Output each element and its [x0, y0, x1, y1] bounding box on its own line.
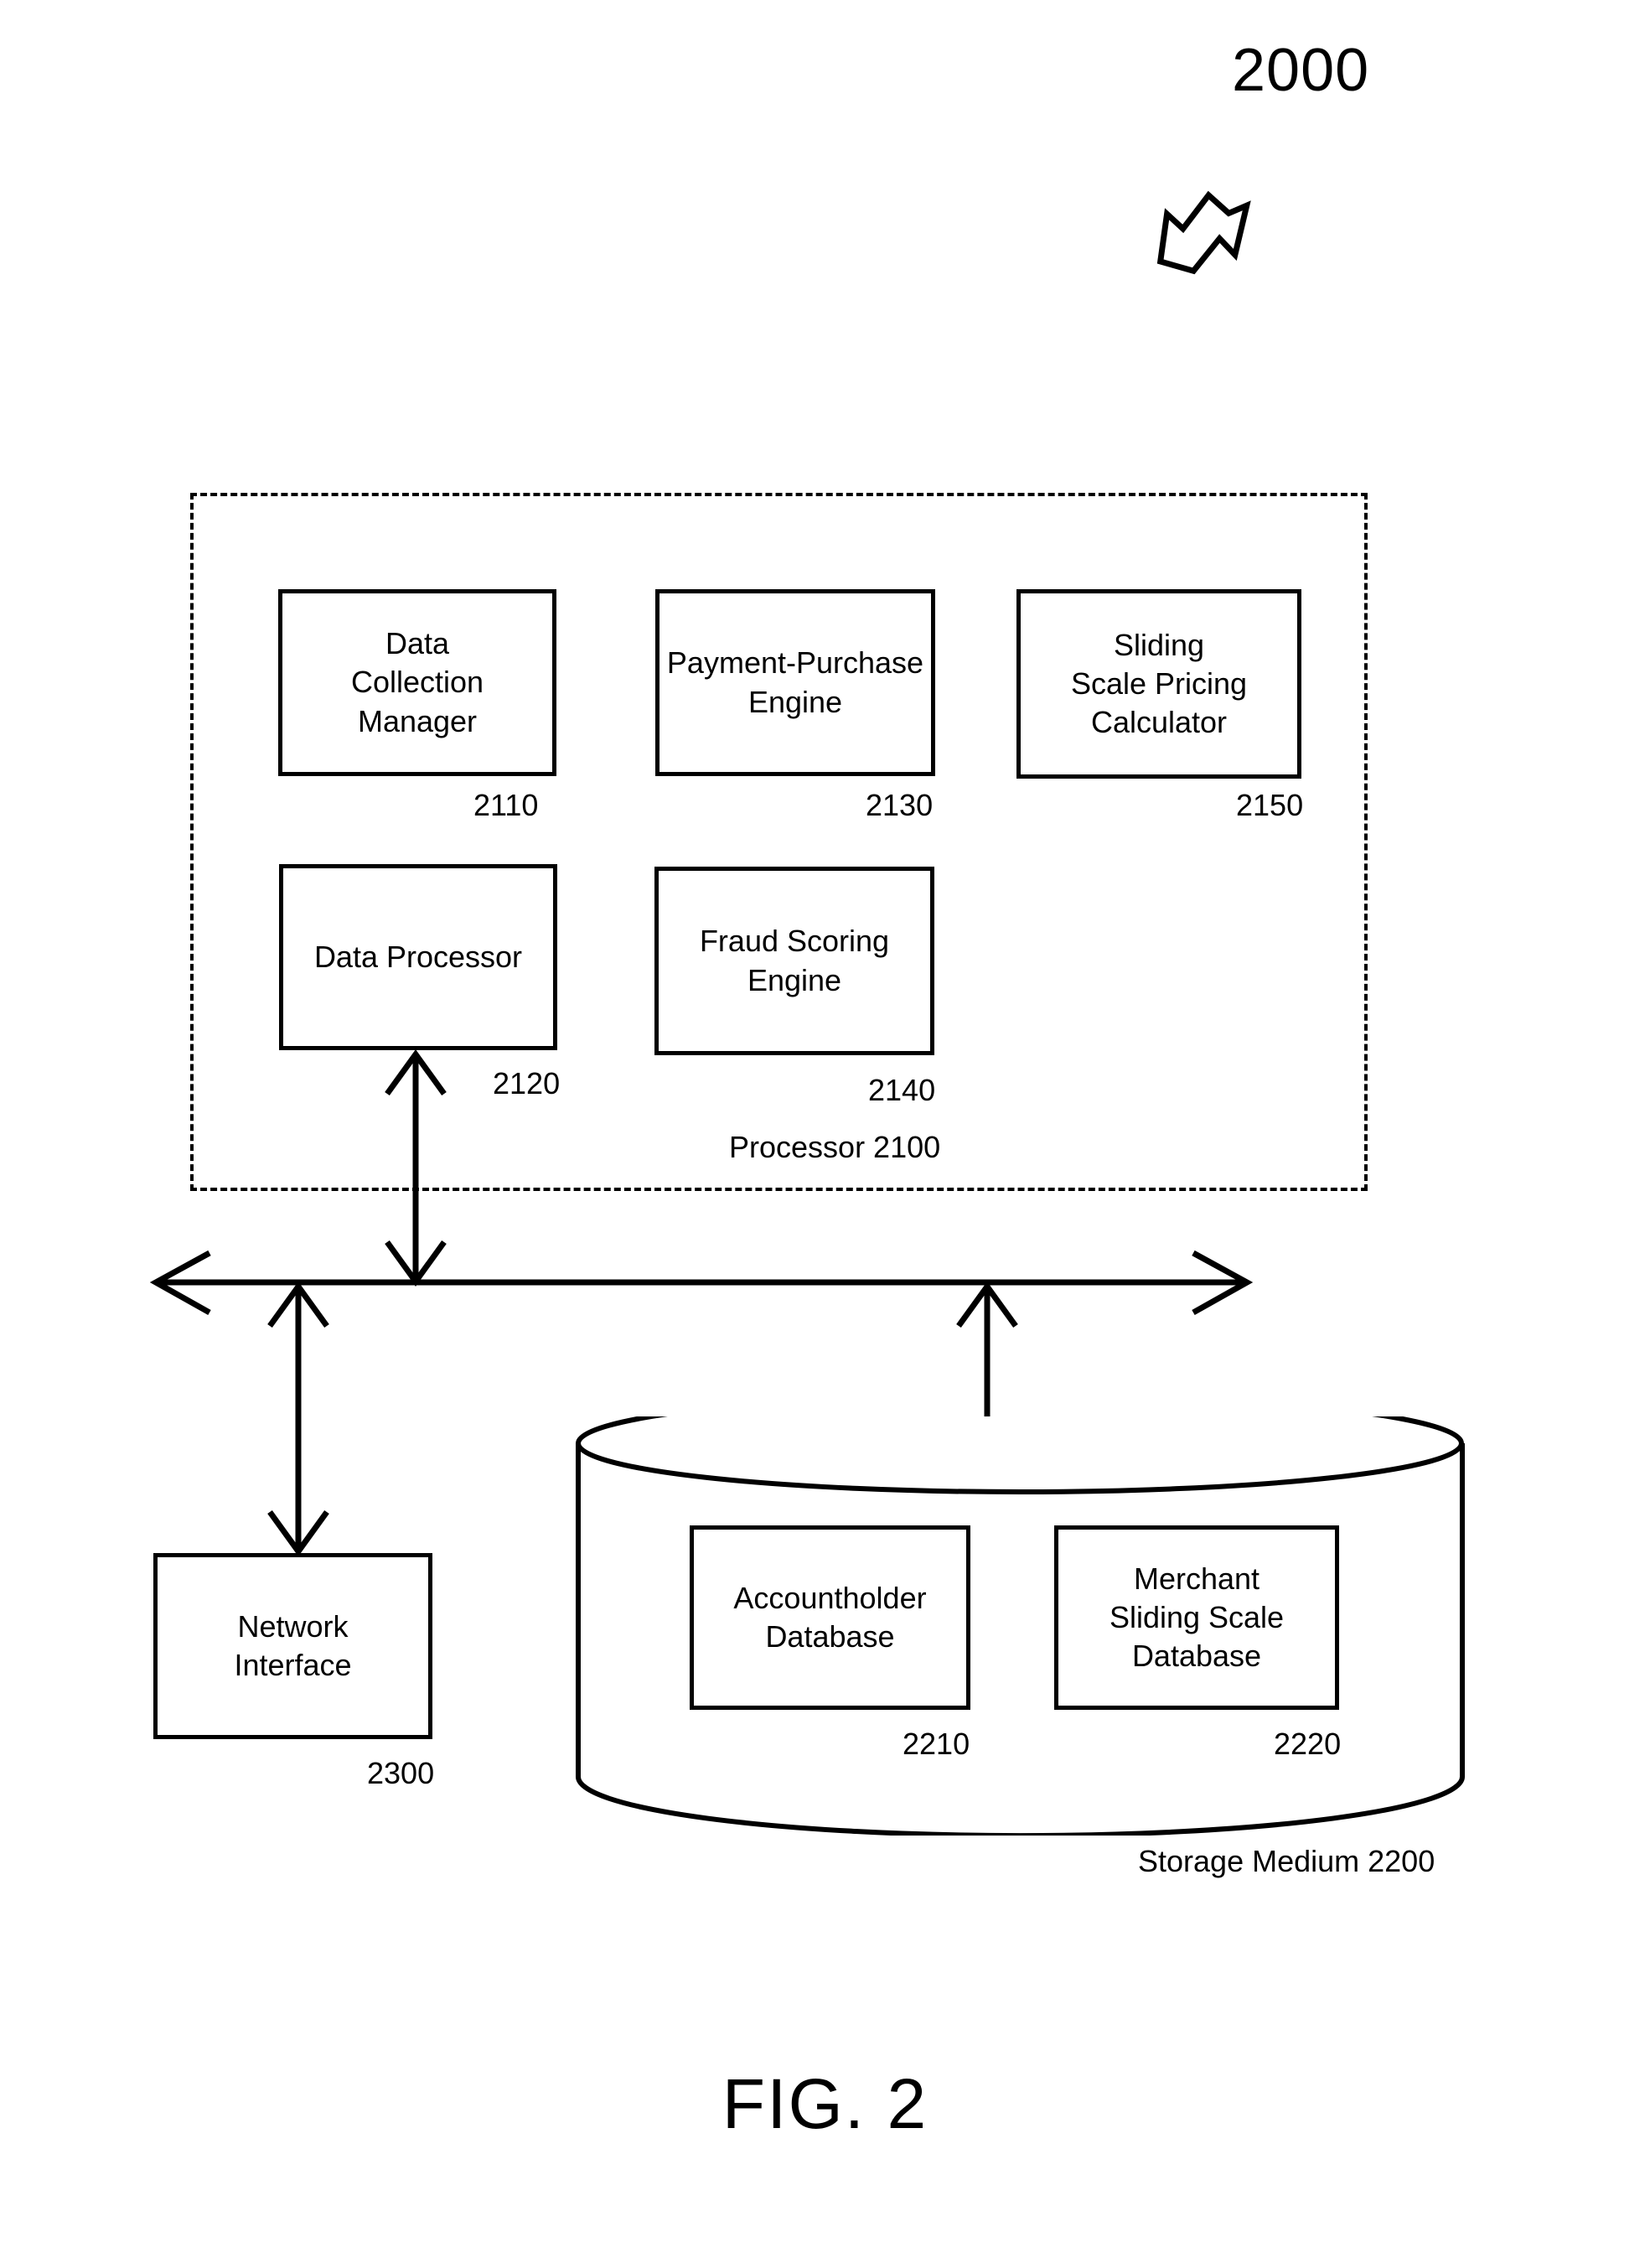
- module-data-processor[interactable]: Data Processor: [279, 864, 557, 1050]
- ref-numeral-2130: 2130: [866, 788, 934, 822]
- processor-caption: Processor 2100: [729, 1130, 941, 1164]
- module-label: Sliding Scale Pricing Calculator: [1070, 627, 1248, 740]
- ref-numeral-2140: 2140: [868, 1073, 936, 1107]
- ref-numeral-2120: 2120: [493, 1066, 561, 1100]
- patent-figure-page: 2000 Data Collection Manager 2110 Payment-…: [0, 0, 1650, 2268]
- module-label: Accountholder Database: [733, 1580, 927, 1654]
- module-label: Fraud Scoring Engine: [699, 924, 890, 997]
- arrow-right-icon: [1192, 1250, 1254, 1316]
- module-data-collection-manager[interactable]: Data Collection Manager: [278, 589, 556, 776]
- module-fraud-scoring-engine[interactable]: Fraud Scoring Engine: [654, 867, 934, 1055]
- module-label: Network Interface: [234, 1608, 352, 1682]
- module-network-interface[interactable]: Network Interface: [153, 1553, 432, 1739]
- ref-numeral-2300: 2300: [367, 1756, 435, 1790]
- module-payment-purchase-engine[interactable]: Payment-Purchase Engine: [655, 589, 935, 776]
- module-label: Payment-Purchase Engine: [666, 645, 924, 719]
- module-sliding-scale-pricing-calculator[interactable]: Sliding Scale Pricing Calculator: [1016, 589, 1301, 779]
- block-arrow-down-left-icon: [1156, 190, 1251, 275]
- storage-medium-caption: Storage Medium 2200: [1138, 1844, 1435, 1878]
- ref-numeral-2210: 2210: [903, 1727, 970, 1761]
- module-label: Merchant Sliding Scale Database: [1109, 1561, 1285, 1674]
- system-reference-numeral: 2000: [1232, 37, 1370, 104]
- ref-numeral-2110: 2110: [473, 788, 539, 822]
- arrow-left-icon: [149, 1250, 211, 1316]
- module-merchant-sliding-scale-database[interactable]: Merchant Sliding Scale Database: [1054, 1525, 1339, 1710]
- module-accountholder-database[interactable]: Accountholder Database: [690, 1525, 970, 1710]
- module-label: Data Processor: [313, 939, 523, 974]
- ref-numeral-2150: 2150: [1236, 788, 1304, 822]
- ref-numeral-2220: 2220: [1274, 1727, 1342, 1761]
- figure-caption: FIG. 2: [722, 2064, 928, 2143]
- module-label: Data Collection Manager: [350, 626, 484, 738]
